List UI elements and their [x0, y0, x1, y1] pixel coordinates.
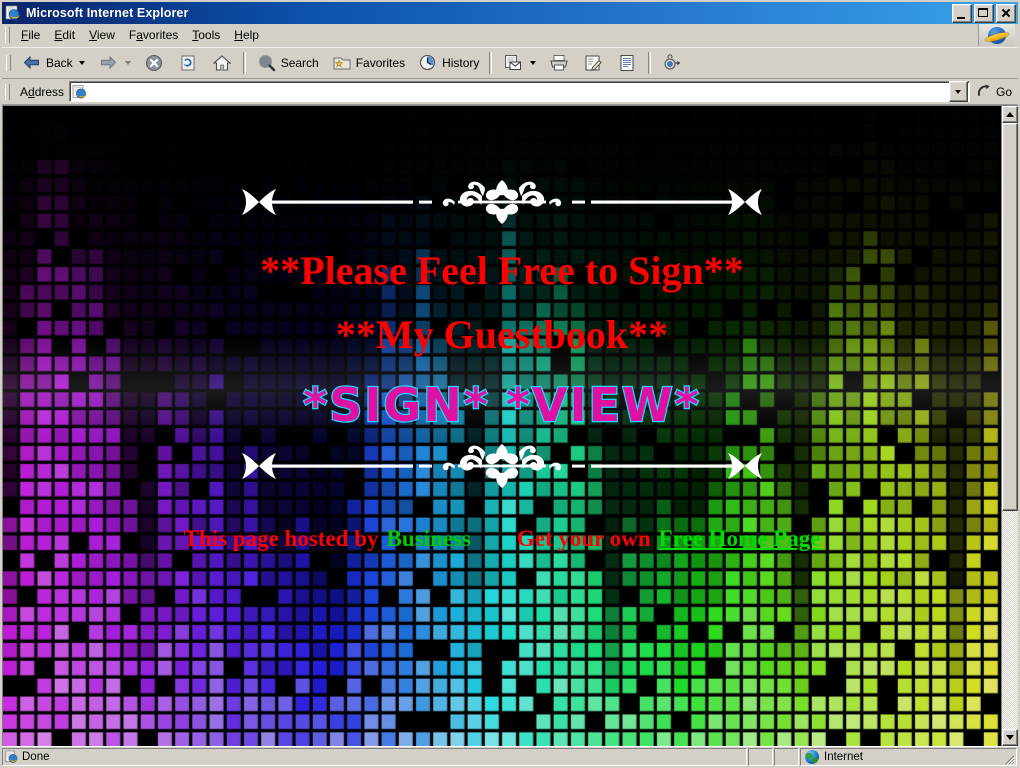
menu-help[interactable]: Help: [227, 26, 266, 45]
mail-button[interactable]: [496, 48, 542, 78]
web-page: **Please Feel Free to Sign** **My Guestb…: [3, 106, 1001, 746]
vertical-scrollbar[interactable]: [1001, 106, 1018, 746]
go-arrow-icon: [974, 81, 994, 103]
search-icon: [256, 52, 278, 74]
status-text: Done: [22, 751, 50, 763]
printer-icon: [548, 52, 570, 74]
status-message-panel: Done: [2, 748, 747, 766]
ie-logo-icon: [978, 24, 1015, 46]
close-button[interactable]: [996, 3, 1016, 23]
status-panel-2: [748, 748, 773, 766]
chevron-down-icon: [955, 89, 962, 94]
favorites-label: Favorites: [355, 56, 406, 70]
document-icon: [616, 52, 638, 74]
status-bar: Done Internet: [2, 746, 1018, 766]
toolbar-grip[interactable]: [6, 55, 11, 71]
globe-icon: [805, 750, 819, 764]
page-footer: This page hosted by Business Get your ow…: [184, 526, 821, 552]
address-grip[interactable]: [5, 83, 10, 100]
refresh-button[interactable]: [171, 48, 205, 78]
main-toolbar: Back Search Favorites History: [2, 47, 1018, 79]
home-icon: [211, 52, 233, 74]
arrow-left-icon: [21, 52, 43, 74]
scrollbar-track[interactable]: [1002, 123, 1018, 729]
mail-dropdown-icon[interactable]: [530, 61, 537, 65]
address-field[interactable]: [69, 81, 970, 102]
back-label: Back: [46, 56, 73, 70]
search-label: Search: [280, 56, 319, 70]
search-button[interactable]: Search: [250, 48, 325, 78]
host-name: Business: [386, 526, 471, 551]
favorites-star-icon: [331, 52, 353, 74]
title-bar: Microsoft Internet Explorer: [2, 2, 1018, 24]
triangle-up-icon: [1006, 112, 1014, 117]
address-input[interactable]: [91, 83, 949, 100]
mail-icon: [502, 52, 524, 74]
forward-button[interactable]: [91, 48, 137, 78]
page-title-line1: **Please Feel Free to Sign**: [260, 248, 744, 293]
stop-icon: [143, 52, 165, 74]
menu-favorites[interactable]: Favorites: [122, 26, 185, 45]
menu-view[interactable]: View: [82, 26, 122, 45]
edit-button[interactable]: [576, 48, 610, 78]
menu-file[interactable]: File: [14, 26, 47, 45]
browser-window: Microsoft Internet Explorer File Edit Vi…: [0, 0, 1020, 768]
page-title-line2: **My Guestbook**: [335, 312, 669, 357]
ornate-flourish-divider-bottom: [242, 444, 762, 488]
back-dropdown-icon[interactable]: [78, 61, 85, 65]
minimize-button[interactable]: [952, 3, 972, 23]
messenger-icon: [661, 52, 683, 74]
address-dropdown-button[interactable]: [948, 81, 968, 102]
address-bar: Address Go: [2, 79, 1018, 105]
menu-grip[interactable]: [5, 27, 10, 43]
scrollbar-thumb[interactable]: [1002, 123, 1018, 511]
address-label: Address: [20, 84, 65, 99]
toolbar-separator-3: [648, 52, 652, 74]
maximize-button[interactable]: [974, 3, 994, 23]
toolbar-separator-2: [489, 52, 493, 74]
get-your-own-text: Get your own: [516, 526, 651, 551]
history-clock-icon: [417, 52, 439, 74]
messenger-button[interactable]: [655, 48, 689, 78]
history-button[interactable]: History: [411, 48, 485, 78]
print-button[interactable]: [542, 48, 576, 78]
status-panel-3: [774, 748, 799, 766]
favorites-button[interactable]: Favorites: [325, 48, 411, 78]
sign-guestbook-link[interactable]: *SIGN*: [302, 377, 490, 434]
content-area: **Please Feel Free to Sign** **My Guestb…: [2, 105, 1018, 746]
ornate-flourish-divider-top: [242, 180, 762, 224]
toolbar-separator-1: [242, 52, 246, 74]
free-home-page-link[interactable]: Free Home Page: [659, 526, 821, 552]
arrow-right-icon: [97, 52, 119, 74]
scroll-down-button[interactable]: [1002, 729, 1018, 746]
triangle-down-icon: [1006, 735, 1014, 740]
window-title: Microsoft Internet Explorer: [26, 6, 189, 20]
security-zone-panel[interactable]: Internet: [800, 748, 1017, 766]
edit-pencil-icon: [582, 52, 604, 74]
go-label: Go: [995, 84, 1012, 99]
stop-button[interactable]: [137, 48, 171, 78]
home-button[interactable]: [205, 48, 239, 78]
hosted-by-text: This page hosted by: [183, 526, 379, 551]
zone-text: Internet: [824, 751, 863, 763]
menu-bar: File Edit View Favorites Tools Help: [2, 24, 1018, 47]
go-button[interactable]: Go: [970, 80, 1018, 104]
ie-page-icon: [5, 750, 19, 764]
menu-tools[interactable]: Tools: [185, 26, 227, 45]
ie-page-icon: [72, 84, 88, 100]
menu-edit[interactable]: Edit: [47, 26, 82, 45]
history-label: History: [442, 56, 480, 70]
ie-icon: [5, 5, 21, 21]
resize-grip-icon[interactable]: [1002, 752, 1016, 766]
refresh-icon: [177, 52, 199, 74]
discuss-button[interactable]: [610, 48, 644, 78]
back-button[interactable]: Back: [15, 48, 91, 78]
guestbook-links: *SIGN* *VIEW*: [302, 377, 701, 434]
forward-dropdown-icon[interactable]: [124, 61, 131, 65]
view-guestbook-link[interactable]: *VIEW*: [505, 377, 701, 434]
scroll-up-button[interactable]: [1002, 106, 1018, 123]
